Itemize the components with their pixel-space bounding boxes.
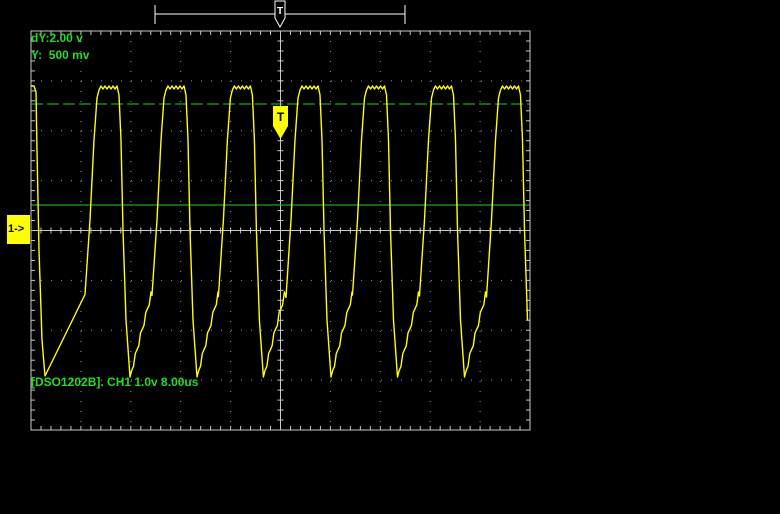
status-line: [DSO1202B]. CH1 1.0v 8.00us [31, 375, 199, 389]
trigger-position-icon[interactable]: T [274, 0, 286, 29]
trigger-level-icon[interactable]: T [273, 106, 288, 139]
trigger-level-label: T [277, 110, 285, 124]
dy-readout: dY:2.00 v [31, 31, 83, 45]
channel-1-marker[interactable]: 1-> [7, 215, 30, 244]
graticule-grid [30, 30, 531, 431]
y-readout: Y: 500 mv [31, 48, 90, 62]
trigger-position-label: T [277, 6, 283, 17]
scope-display: T T [30, 0, 531, 431]
trigger-position-bar[interactable]: T [154, 0, 406, 29]
oscilloscope-screen: T T dY:2.00 v Y: 500 mv [DSO1202B]. CH1 … [0, 0, 780, 514]
